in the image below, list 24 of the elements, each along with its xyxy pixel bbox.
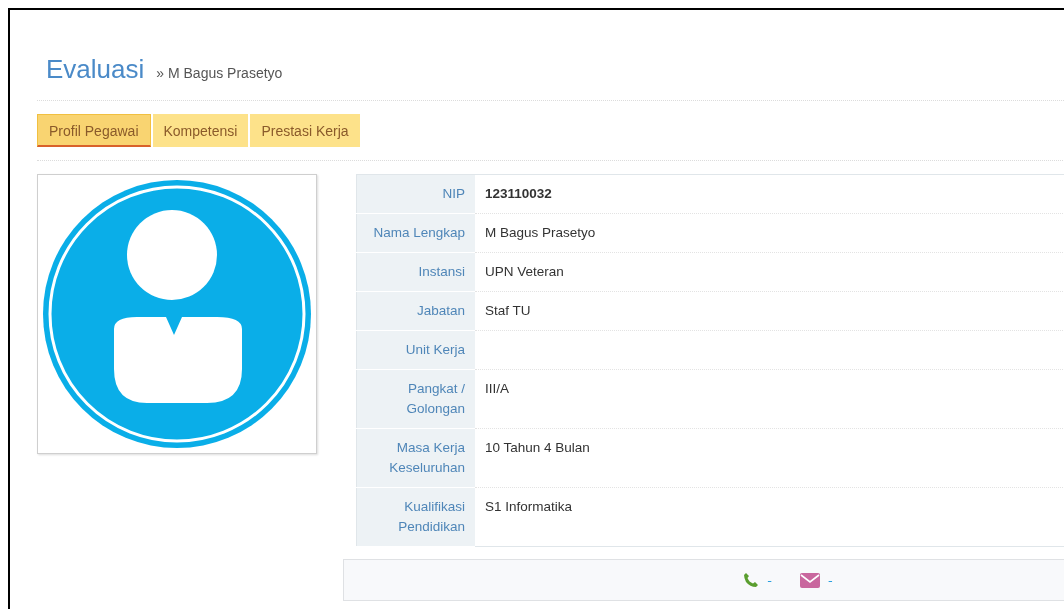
field-value: Staf TU — [485, 303, 531, 318]
tab[interactable]: Kompetensi — [152, 114, 249, 147]
field-value: 123110032 — [485, 186, 552, 201]
field-label: Masa Kerja Keseluruhan — [389, 440, 465, 475]
email-value: - — [828, 572, 833, 588]
tab[interactable]: Prestasi Kerja — [250, 114, 360, 147]
field-label: Instansi — [418, 264, 465, 279]
field-label: Nama Lengkap — [373, 225, 465, 240]
field-value: M Bagus Prasetyo — [485, 225, 596, 240]
phone-value: - — [767, 572, 772, 588]
field-label: Jabatan — [416, 303, 465, 318]
mail-icon — [800, 572, 820, 588]
page-title: Evaluasi — [46, 54, 145, 85]
field-label: NIP — [442, 186, 465, 201]
field-label: Pangkat / Golongan — [406, 381, 465, 416]
breadcrumb: » M Bagus Prasetyo — [156, 65, 283, 81]
tab[interactable]: Profil Pegawai — [37, 114, 151, 147]
field-value: S1 Informatika — [485, 499, 573, 514]
field-value: III/A — [485, 381, 509, 396]
field-value: 10 Tahun 4 Bulan — [485, 440, 590, 455]
phone-icon — [743, 572, 760, 588]
field-value: UPN Veteran — [485, 264, 564, 279]
field-label: Unit Kerja — [405, 342, 465, 357]
field-label: Kualifikasi Pendidikan — [398, 499, 465, 534]
